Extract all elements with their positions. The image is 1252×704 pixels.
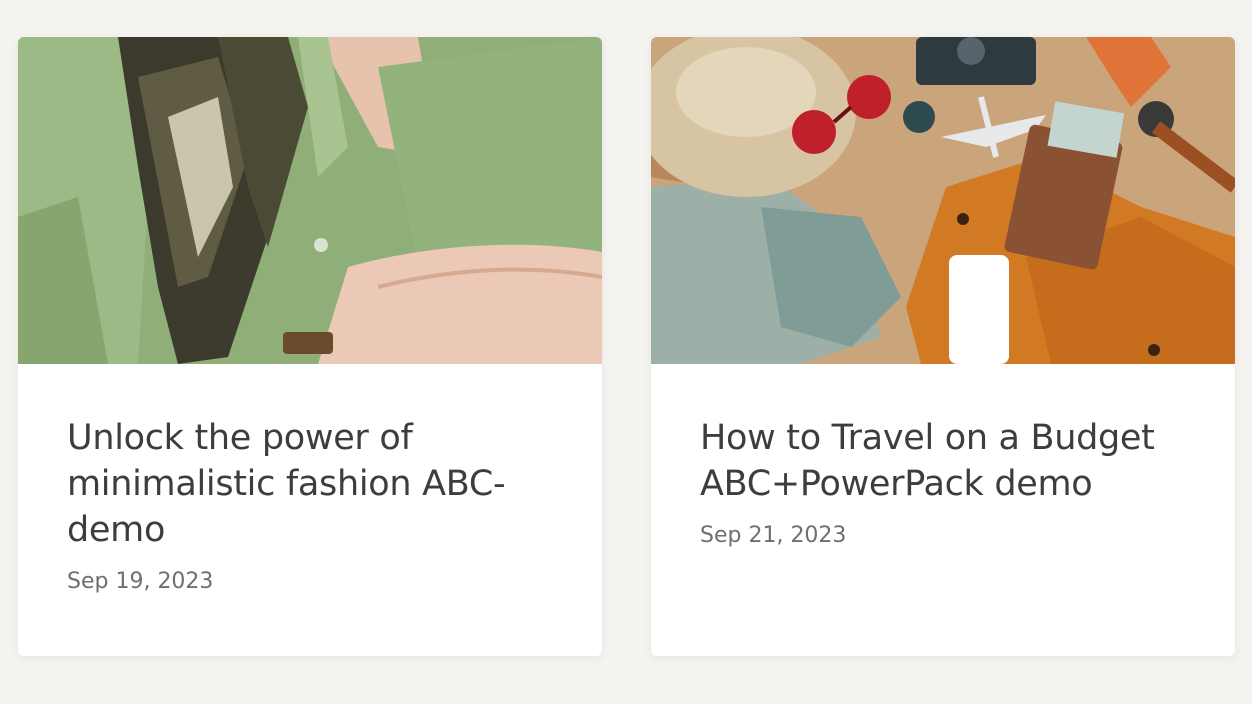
post-thumbnail-fashion[interactable] bbox=[18, 37, 602, 364]
post-content: Unlock the power of minimalistic fashion… bbox=[67, 415, 562, 594]
post-title[interactable]: Unlock the power of minimalistic fashion… bbox=[67, 415, 562, 553]
post-content: How to Travel on a Budget ABC+PowerPack … bbox=[700, 415, 1195, 548]
post-card-travel-budget[interactable]: How to Travel on a Budget ABC+PowerPack … bbox=[651, 37, 1235, 656]
post-date: Sep 21, 2023 bbox=[700, 523, 847, 548]
travel-photo bbox=[651, 37, 1235, 364]
fashion-photo bbox=[18, 37, 602, 364]
post-thumbnail-travel[interactable] bbox=[651, 37, 1235, 364]
post-date: Sep 19, 2023 bbox=[67, 569, 214, 594]
post-title[interactable]: How to Travel on a Budget ABC+PowerPack … bbox=[700, 415, 1195, 507]
post-card-minimalistic-fashion[interactable]: Unlock the power of minimalistic fashion… bbox=[18, 37, 602, 656]
